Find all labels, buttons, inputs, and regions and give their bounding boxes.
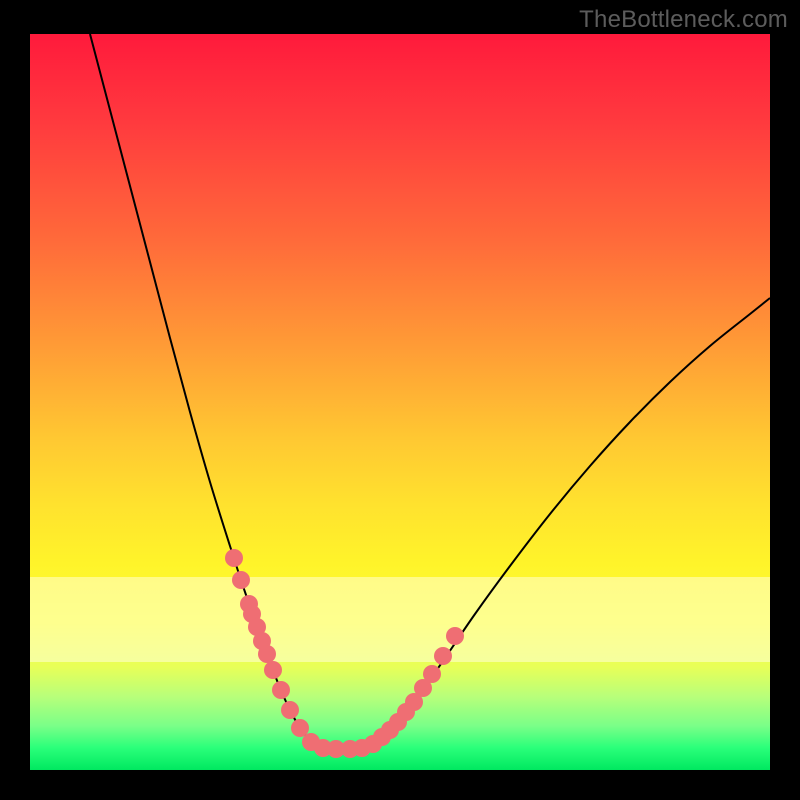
- data-marker: [264, 661, 282, 679]
- data-marker: [258, 645, 276, 663]
- data-marker: [446, 627, 464, 645]
- data-marker: [434, 647, 452, 665]
- data-markers: [225, 549, 464, 758]
- data-marker: [281, 701, 299, 719]
- bottleneck-curve-path: [90, 34, 770, 749]
- data-marker: [272, 681, 290, 699]
- watermark-text: TheBottleneck.com: [579, 6, 788, 34]
- data-marker: [423, 665, 441, 683]
- bottleneck-curve: [90, 34, 770, 749]
- data-marker: [291, 719, 309, 737]
- curve-layer: [30, 34, 770, 770]
- chart-frame: TheBottleneck.com: [0, 0, 800, 800]
- data-marker: [232, 571, 250, 589]
- data-marker: [225, 549, 243, 567]
